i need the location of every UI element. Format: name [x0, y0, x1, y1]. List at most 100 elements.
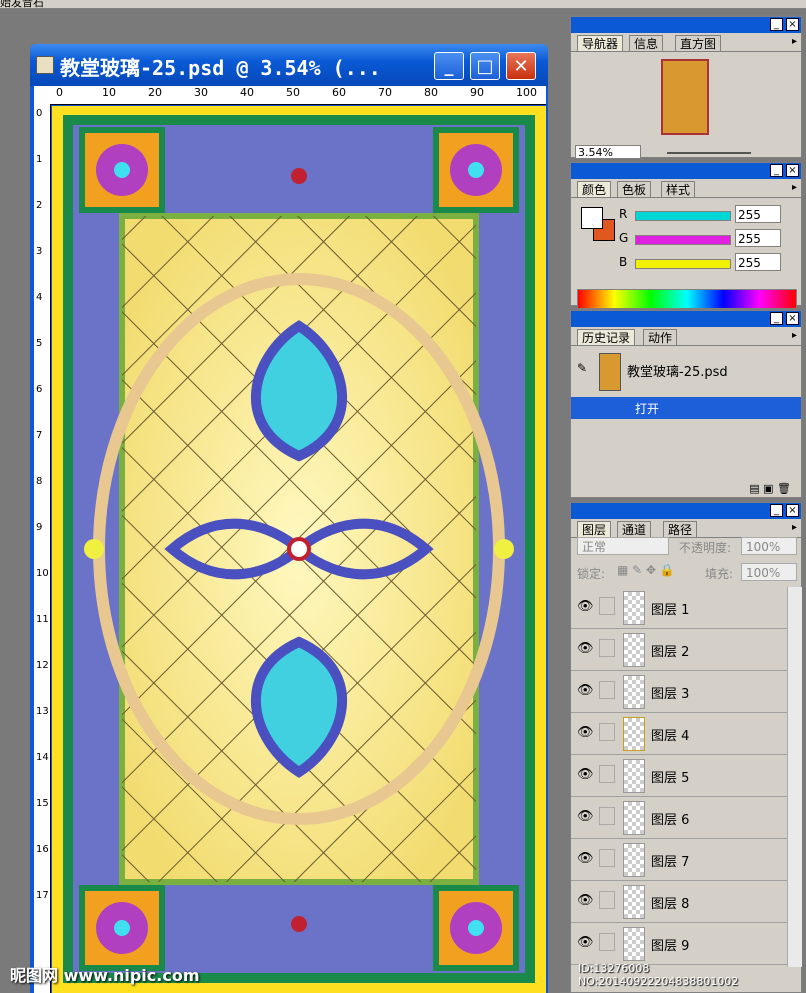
- site-watermark: 昵图网 www.nipic.com: [10, 966, 200, 985]
- layer-row[interactable]: 👁 图层 6: [571, 797, 787, 839]
- panel-close-icon[interactable]: ×: [786, 312, 799, 325]
- panel-header[interactable]: _ ×: [571, 311, 801, 327]
- opacity-field[interactable]: 100%: [741, 537, 797, 555]
- ruler-label: 60: [332, 86, 346, 99]
- panel-header[interactable]: _ ×: [571, 163, 801, 179]
- layer-row[interactable]: 👁 图层 7: [571, 839, 787, 881]
- color-tabs: 颜色 色板 样式 ▸: [571, 179, 801, 198]
- channel-slider-g[interactable]: [635, 235, 731, 245]
- layer-thumbnail: [623, 675, 645, 709]
- channel-value-b[interactable]: 255: [735, 253, 781, 271]
- panel-header[interactable]: _ ×: [571, 17, 801, 33]
- eye-icon[interactable]: 👁: [577, 851, 594, 867]
- channel-slider-b[interactable]: [635, 259, 731, 269]
- tab-info[interactable]: 信息: [629, 35, 664, 51]
- color-spectrum-bar[interactable]: [577, 289, 797, 309]
- panel-minimize-icon[interactable]: _: [770, 18, 783, 31]
- link-toggle[interactable]: [599, 765, 615, 783]
- opacity-label: 不透明度:: [679, 541, 732, 555]
- layers-scrollbar[interactable]: [787, 587, 802, 967]
- panel-header[interactable]: _ ×: [571, 503, 801, 519]
- ruler-label: 11: [36, 614, 49, 625]
- layer-row[interactable]: 👁 图层 2: [571, 629, 787, 671]
- eye-icon[interactable]: 👁: [577, 809, 594, 825]
- panel-minimize-icon[interactable]: _: [770, 312, 783, 325]
- layers-panel: _ × 图层 通道 路径 ▸ 正常 不透明度: 100% 锁定: ▦ ✎ ✥ 🔒…: [570, 502, 802, 993]
- layer-row[interactable]: 👁 图层 5: [571, 755, 787, 797]
- tab-channels[interactable]: 通道: [617, 521, 652, 537]
- link-toggle[interactable]: [599, 933, 615, 951]
- channel-value-r[interactable]: 255: [735, 205, 781, 223]
- fill-field[interactable]: 100%: [741, 563, 797, 581]
- link-toggle[interactable]: [599, 807, 615, 825]
- tab-color[interactable]: 颜色: [577, 181, 612, 197]
- snapshot-thumbnail: [599, 353, 621, 391]
- snapshot-name: 教堂玻璃-25.psd: [627, 365, 728, 380]
- channel-slider-r[interactable]: [635, 211, 731, 221]
- image-canvas[interactable]: [52, 106, 546, 993]
- eye-icon[interactable]: 👁: [577, 683, 594, 699]
- minimize-button[interactable]: _: [434, 52, 464, 80]
- link-toggle[interactable]: [599, 639, 615, 657]
- panel-minimize-icon[interactable]: _: [770, 164, 783, 177]
- panel-menu-icon[interactable]: ▸: [792, 330, 797, 341]
- channel-value-g[interactable]: 255: [735, 229, 781, 247]
- layer-name: 图层 1: [651, 603, 690, 618]
- layer-thumbnail: [623, 801, 645, 835]
- navigator-thumbnail[interactable]: [661, 59, 709, 135]
- history-step-open[interactable]: 打开: [571, 397, 801, 419]
- tab-paths[interactable]: 路径: [663, 521, 698, 537]
- zoom-field[interactable]: 3.54%: [575, 145, 641, 159]
- foreground-color-swatch[interactable]: [581, 207, 603, 229]
- layer-thumbnail: [623, 927, 645, 961]
- layer-row[interactable]: 👁 图层 3: [571, 671, 787, 713]
- layer-row[interactable]: 👁 图层 4: [571, 713, 787, 755]
- panel-minimize-icon[interactable]: _: [770, 504, 783, 517]
- layer-row[interactable]: 👁 图层 9: [571, 923, 787, 965]
- tab-histogram[interactable]: 直方图: [675, 35, 722, 51]
- panel-menu-icon[interactable]: ▸: [792, 36, 797, 47]
- lock-icons[interactable]: ▦ ✎ ✥ 🔒: [617, 563, 675, 577]
- layer-name: 图层 7: [651, 855, 690, 870]
- panel-close-icon[interactable]: ×: [786, 164, 799, 177]
- link-toggle[interactable]: [599, 891, 615, 909]
- vertical-ruler: 0 1 2 3 4 5 6 7 8 9 10 11 12 13 14 15 16…: [34, 104, 51, 993]
- document-title: 教堂玻璃-25.psd @ 3.54% (...: [60, 56, 381, 80]
- eye-icon[interactable]: 👁: [577, 725, 594, 741]
- link-toggle[interactable]: [599, 681, 615, 699]
- tab-navigator[interactable]: 导航器: [577, 35, 624, 51]
- ruler-label: 7: [36, 430, 43, 441]
- panel-menu-icon[interactable]: ▸: [792, 522, 797, 533]
- panel-close-icon[interactable]: ×: [786, 504, 799, 517]
- ruler-label: 2: [36, 200, 43, 211]
- eye-icon[interactable]: 👁: [577, 641, 594, 657]
- tab-history[interactable]: 历史记录: [577, 329, 636, 345]
- eye-icon[interactable]: 👁: [577, 767, 594, 783]
- zoom-slider[interactable]: [667, 152, 751, 154]
- maximize-button[interactable]: □: [470, 52, 500, 80]
- link-toggle[interactable]: [599, 723, 615, 741]
- blend-mode-select[interactable]: 正常: [577, 537, 669, 555]
- tab-swatches[interactable]: 色板: [617, 181, 652, 197]
- panel-close-icon[interactable]: ×: [786, 18, 799, 31]
- eye-icon[interactable]: 👁: [577, 599, 594, 615]
- layer-thumbnail: [623, 717, 645, 751]
- tab-actions[interactable]: 动作: [643, 329, 678, 345]
- horizontal-ruler: 0 10 20 30 40 50 60 70 80 90 100: [34, 86, 546, 105]
- ruler-label: 100: [516, 86, 537, 99]
- link-toggle[interactable]: [599, 597, 615, 615]
- layer-row[interactable]: 👁 图层 1: [571, 587, 787, 629]
- eye-icon[interactable]: 👁: [577, 935, 594, 951]
- history-snapshot[interactable]: ✎ 教堂玻璃-25.psd: [571, 347, 801, 395]
- history-footer-icons[interactable]: ▤ ▣ 🗑: [749, 482, 791, 495]
- close-button[interactable]: ✕: [506, 52, 536, 80]
- ruler-label: 4: [36, 292, 43, 303]
- layer-row[interactable]: 👁 图层 8: [571, 881, 787, 923]
- tab-layers[interactable]: 图层: [577, 521, 612, 537]
- link-toggle[interactable]: [599, 849, 615, 867]
- document-titlebar[interactable]: 教堂玻璃-25.psd @ 3.54% (... _ □ ✕: [30, 44, 548, 86]
- panel-menu-icon[interactable]: ▸: [792, 182, 797, 193]
- eye-icon[interactable]: 👁: [577, 893, 594, 909]
- brush-source-icon[interactable]: ✎: [577, 361, 587, 375]
- tab-styles[interactable]: 样式: [661, 181, 696, 197]
